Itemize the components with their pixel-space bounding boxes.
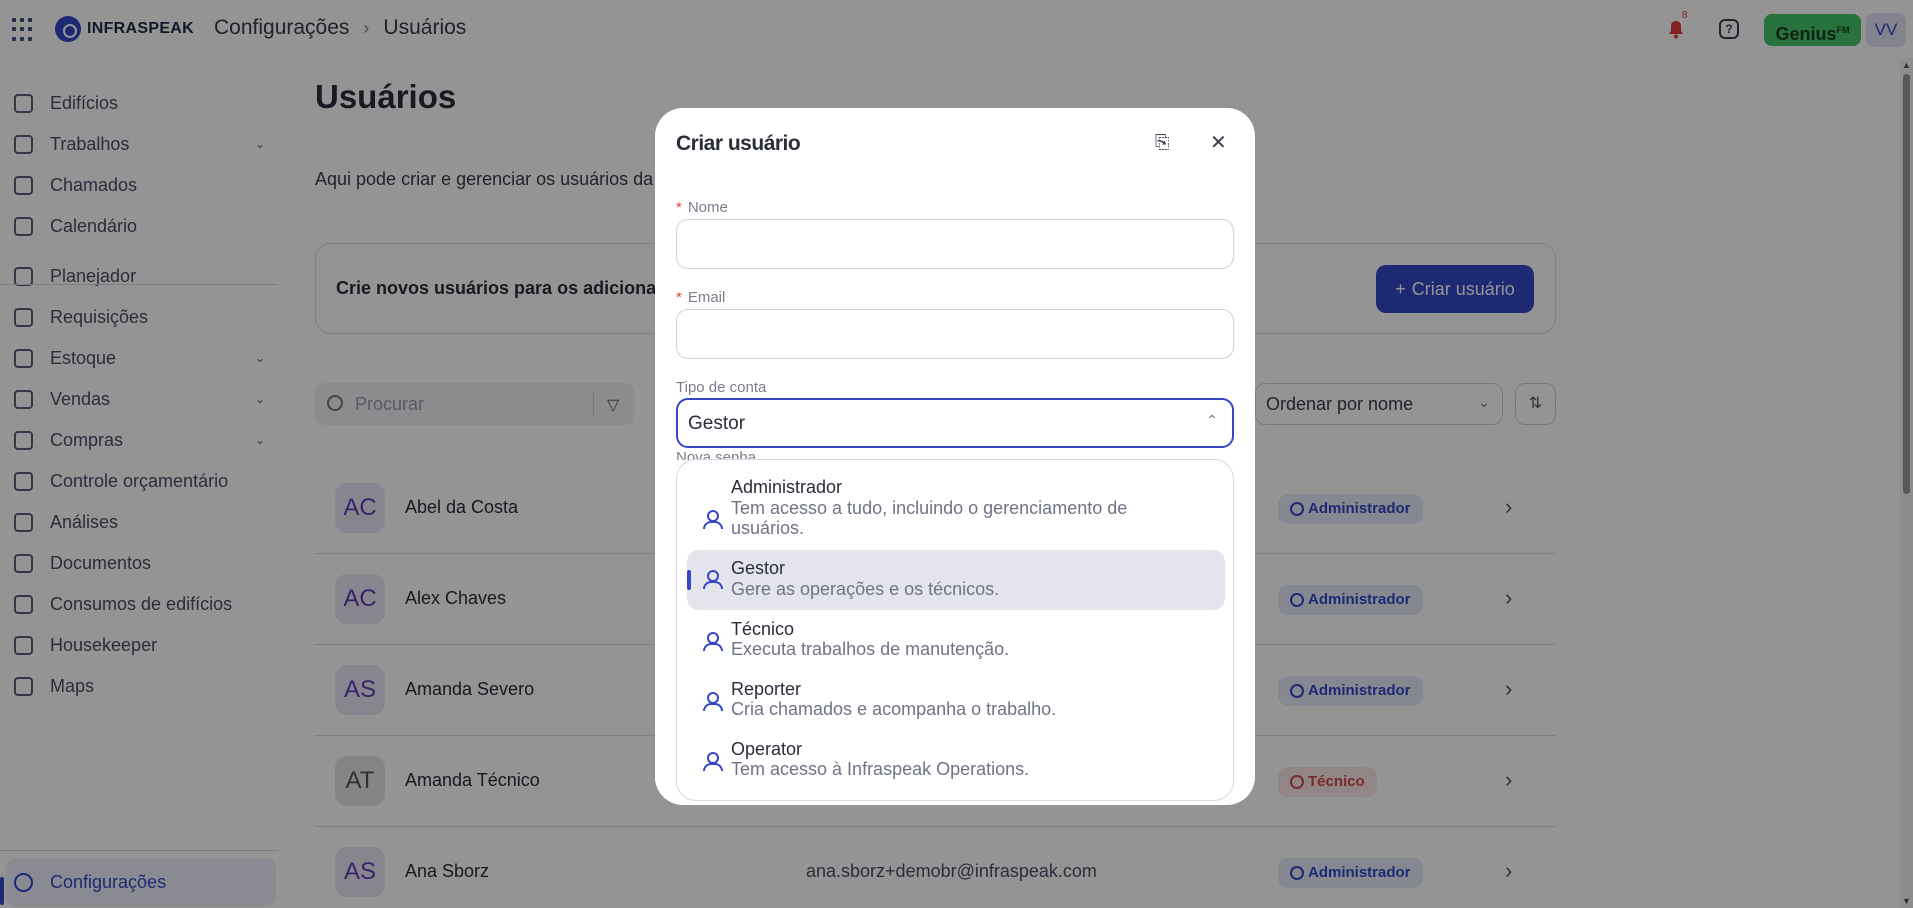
option-title: Reporter	[731, 679, 802, 699]
email-field[interactable]	[676, 309, 1234, 359]
option-title: Administrador	[731, 477, 843, 497]
selected-indicator	[687, 570, 691, 590]
close-icon[interactable]: ✕	[1210, 130, 1227, 155]
option-description: Executa trabalhos de manutenção.	[731, 639, 1010, 659]
option-description: Tem acesso à Infraspeak Operations.	[731, 759, 1030, 779]
option-description-cont: usuários.	[731, 518, 805, 538]
technician-icon	[703, 632, 723, 651]
option-description: Tem acesso a tudo, incluindo o gerenciam…	[731, 498, 1128, 518]
reporter-icon	[703, 692, 723, 711]
option-title: Gestor	[731, 558, 786, 578]
option-description: Cria chamados e acompanha o trabalho.	[731, 699, 1057, 719]
option-administrador[interactable]: Administrador Tem acesso a tudo, incluin…	[687, 476, 1225, 546]
option-title: Técnico	[731, 619, 795, 639]
copy-link-icon[interactable]: ⎘	[1155, 132, 1169, 153]
user-icon	[703, 510, 723, 529]
modal-title: Criar usuário	[676, 132, 801, 155]
option-gestor[interactable]: Gestor Gere as operações e os técnicos.	[687, 550, 1225, 610]
email-label: * Email	[676, 289, 725, 306]
user-icon	[703, 570, 723, 589]
name-field[interactable]	[676, 219, 1234, 269]
option-title: Operator	[731, 739, 803, 759]
account-type-select[interactable]: Gestor ⌃	[676, 398, 1234, 448]
account-type-label: Tipo de conta	[676, 379, 767, 396]
required-mark: *	[676, 289, 682, 306]
option-description: Gere as operações e os técnicos.	[731, 579, 1000, 599]
required-mark: *	[676, 199, 682, 216]
operator-icon	[703, 752, 723, 771]
option-reporter[interactable]: Reporter Cria chamados e acompanha o tra…	[687, 672, 1225, 728]
name-label-text: Nome	[687, 199, 728, 216]
name-label: * Nome	[676, 199, 728, 216]
option-tecnico[interactable]: Técnico Executa trabalhos de manutenção.	[687, 612, 1225, 668]
account-type-value: Gestor	[688, 413, 746, 434]
chevron-up-icon: ⌃	[1206, 412, 1218, 428]
account-type-dropdown: Administrador Tem acesso a tudo, incluin…	[676, 459, 1234, 801]
create-user-modal: Criar usuário ⎘ ✕ * Nome * Email Tipo de c…	[655, 108, 1255, 805]
email-label-text: Email	[687, 289, 726, 306]
option-operator[interactable]: Operator Tem acesso à Infraspeak Operati…	[687, 732, 1225, 788]
